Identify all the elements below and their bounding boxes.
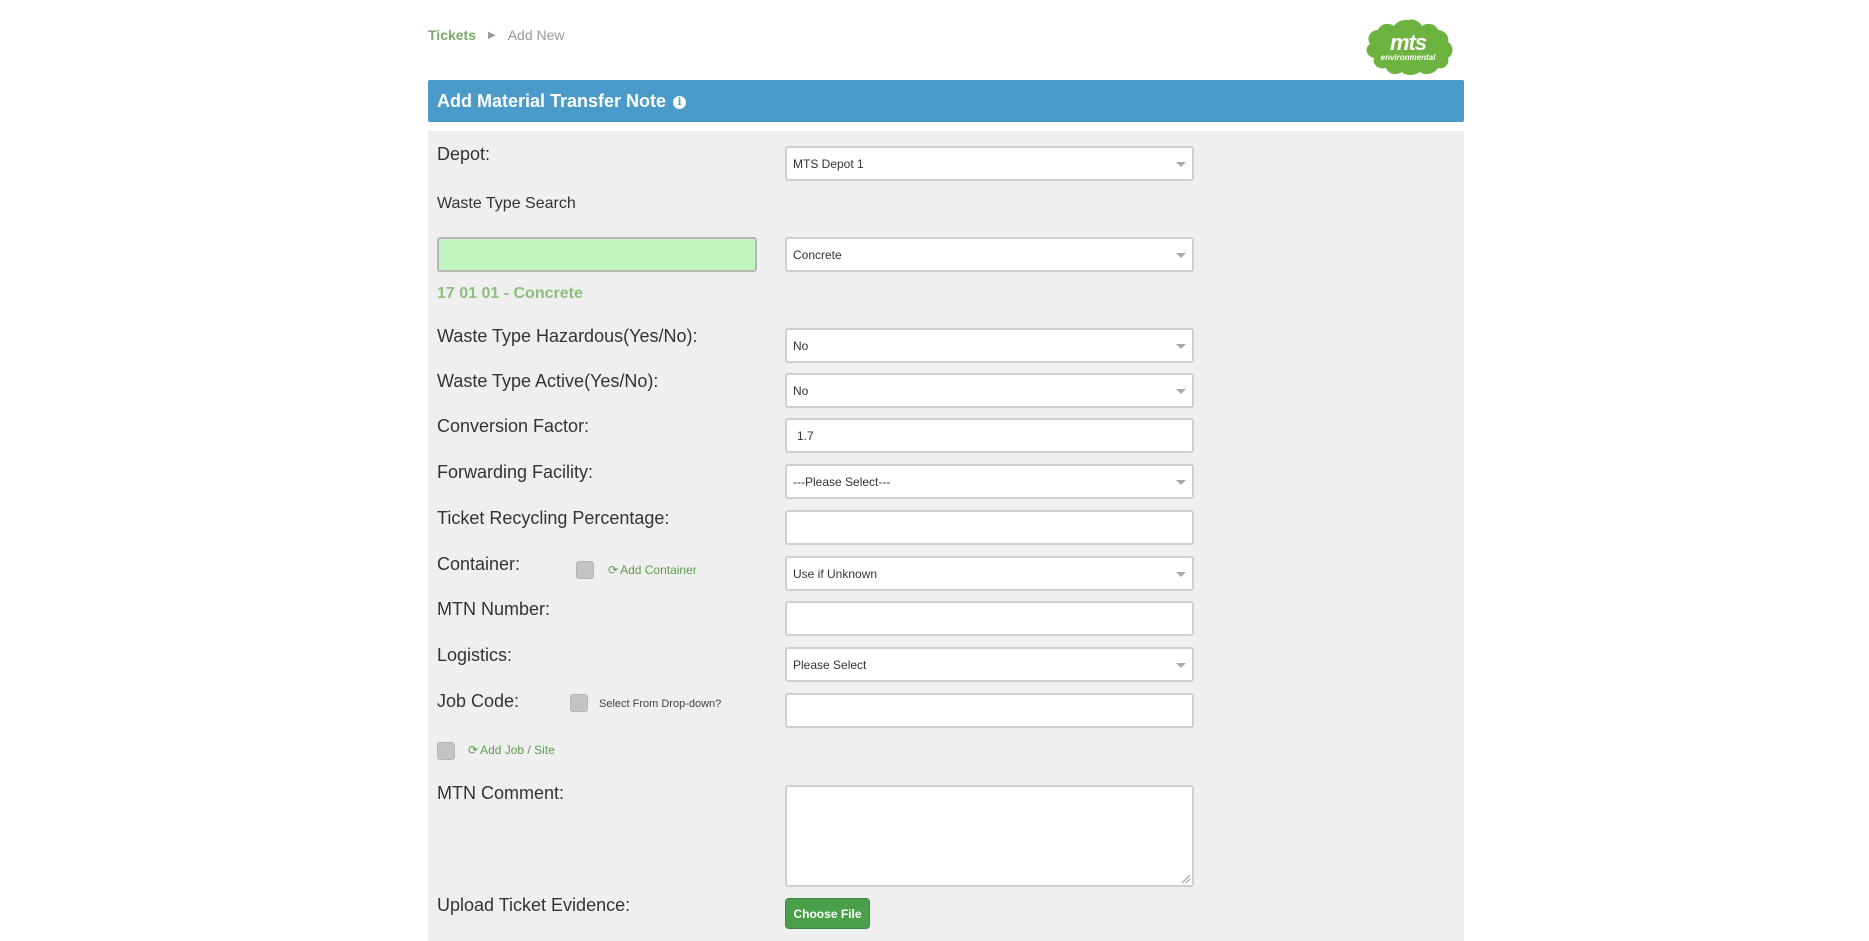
forwarding-facility-value: ---Please Select--- xyxy=(793,474,891,489)
container-label: Container: xyxy=(437,554,521,574)
info-icon[interactable]: i xyxy=(673,96,687,109)
waste-type-select-value: Concrete xyxy=(793,247,842,262)
mtn-number-input[interactable] xyxy=(785,601,1194,636)
add-container-link[interactable]: ⟳ Add Container xyxy=(608,563,697,577)
recycling-percentage-label: Ticket Recycling Percentage: xyxy=(437,508,670,528)
hazardous-select[interactable]: No xyxy=(785,328,1194,363)
depot-select[interactable]: MTS Depot 1 xyxy=(785,146,1194,181)
breadcrumb-separator-icon: ▶ xyxy=(488,29,496,41)
conversion-factor-input[interactable]: 1.7 xyxy=(785,418,1194,453)
forwarding-facility-label: Forwarding Facility: xyxy=(437,462,594,482)
panel-header: Add Material Transfer Note i xyxy=(428,80,1464,122)
add-container-checkbox[interactable] xyxy=(576,561,594,579)
waste-type-search-input[interactable] xyxy=(437,237,757,272)
active-select[interactable]: No xyxy=(785,373,1194,408)
logo-sub-text: environmental xyxy=(1380,53,1436,62)
company-logo: mts environmental xyxy=(1362,18,1454,76)
logistics-label: Logistics: xyxy=(437,645,513,665)
job-code-input[interactable] xyxy=(785,693,1194,728)
waste-type-search-label: Waste Type Search xyxy=(437,195,576,212)
recycling-percentage-input[interactable] xyxy=(785,510,1194,545)
conversion-factor-value: 1.7 xyxy=(797,428,814,443)
depot-select-value: MTS Depot 1 xyxy=(793,156,864,171)
waste-type-code: 17 01 01 - Concrete xyxy=(437,285,583,302)
choose-file-button[interactable]: Choose File xyxy=(785,898,870,929)
job-code-dropdown-label: Select From Drop-down? xyxy=(599,698,722,710)
job-code-dropdown-checkbox[interactable] xyxy=(570,694,588,712)
refresh-icon: ⟳ xyxy=(468,743,479,757)
add-job-site-link[interactable]: ⟳ Add Job / Site xyxy=(468,743,555,757)
breadcrumb: Tickets ▶ Add New xyxy=(428,27,565,43)
active-select-value: No xyxy=(793,383,809,398)
page-title: Add Material Transfer Note xyxy=(437,90,667,111)
hazardous-select-value: No xyxy=(793,338,809,353)
mtn-number-label: MTN Number: xyxy=(437,599,551,619)
resize-grip-icon[interactable] xyxy=(1182,875,1190,883)
logistics-select-value: Please Select xyxy=(793,657,867,672)
forwarding-facility-select[interactable]: ---Please Select--- xyxy=(785,464,1194,499)
container-select[interactable]: Use if Unknown xyxy=(785,556,1194,591)
mtn-comment-label: MTN Comment: xyxy=(437,783,565,803)
breadcrumb-tickets-link[interactable]: Tickets xyxy=(428,27,476,43)
container-select-value: Use if Unknown xyxy=(793,566,878,581)
depot-label: Depot: xyxy=(437,144,491,164)
hazardous-label: Waste Type Hazardous(Yes/No): xyxy=(437,326,698,346)
job-code-label: Job Code: xyxy=(437,691,520,711)
conversion-factor-label: Conversion Factor: xyxy=(437,416,590,436)
add-job-site-checkbox[interactable] xyxy=(437,742,455,760)
waste-type-select[interactable]: Concrete xyxy=(785,237,1194,272)
logistics-select[interactable]: Please Select xyxy=(785,647,1194,682)
breadcrumb-current: Add New xyxy=(507,27,565,43)
upload-evidence-label: Upload Ticket Evidence: xyxy=(437,895,631,915)
active-label: Waste Type Active(Yes/No): xyxy=(437,371,659,391)
mtn-comment-textarea[interactable] xyxy=(785,785,1194,887)
logo-main-text: mts xyxy=(1389,30,1427,55)
refresh-icon: ⟳ xyxy=(608,563,619,577)
